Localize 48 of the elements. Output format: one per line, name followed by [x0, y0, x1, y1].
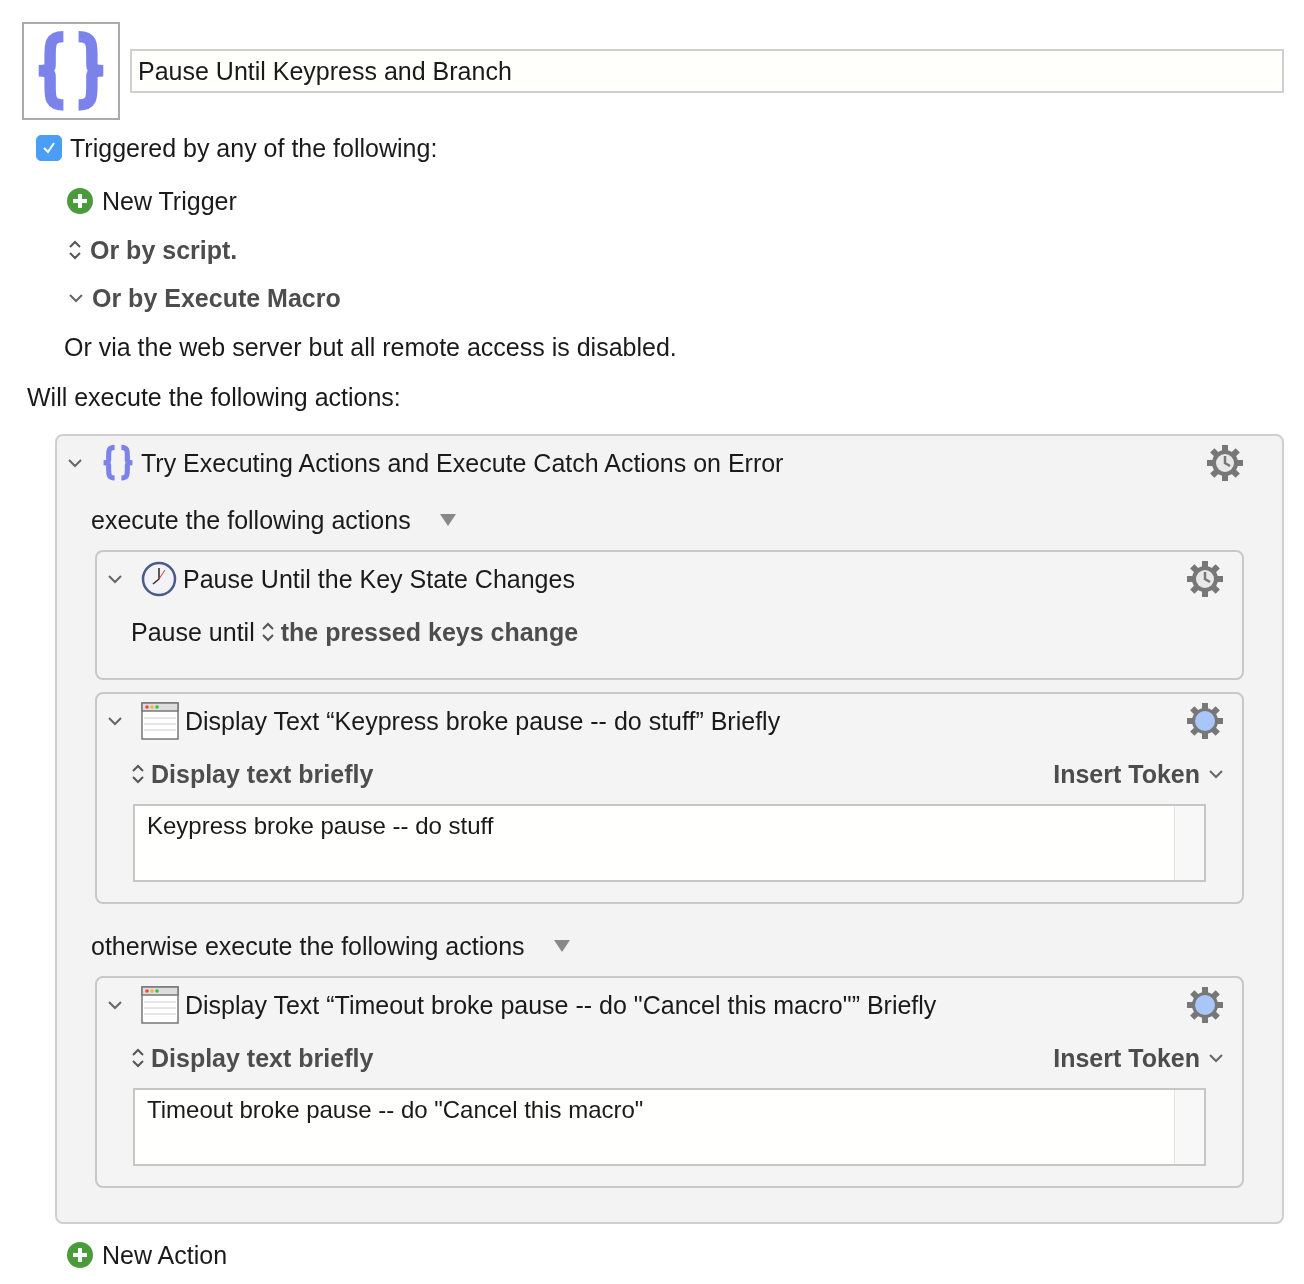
- text-field[interactable]: Timeout broke pause -- do "Cancel this macro": [133, 1088, 1206, 1166]
- stepper-icon[interactable]: [68, 239, 82, 261]
- action-title: Pause Until the Key State Changes: [183, 564, 575, 594]
- add-icon[interactable]: [66, 187, 94, 215]
- gear-icon[interactable]: [1186, 986, 1224, 1024]
- option-popup[interactable]: the pressed keys change: [280, 617, 579, 647]
- trigger-label: Triggered by any of the following:: [70, 133, 438, 163]
- web-server-note: Or via the web server but all remote access is disabled.: [64, 332, 677, 362]
- chevron-icon[interactable]: [107, 715, 123, 727]
- new-action-link[interactable]: New Action: [102, 1240, 228, 1270]
- window-icon: [141, 986, 179, 1024]
- checkbox[interactable]: [36, 135, 62, 161]
- window-icon: [141, 702, 179, 740]
- chevron-icon[interactable]: [67, 457, 83, 469]
- chevron-icon[interactable]: [107, 999, 123, 1011]
- dropdown-triangle-icon[interactable]: [438, 513, 457, 527]
- dropdown-triangle-icon[interactable]: [552, 939, 571, 953]
- option-label: Pause until: [131, 617, 255, 647]
- section-label: execute the following actions: [91, 505, 411, 535]
- insert-token-menu[interactable]: Insert Token: [1053, 759, 1224, 789]
- stepper-icon[interactable]: [260, 621, 275, 643]
- new-trigger-link[interactable]: New Trigger: [102, 186, 237, 216]
- chevron-icon[interactable]: [1208, 1052, 1224, 1064]
- chevron-icon[interactable]: [107, 573, 123, 585]
- add-icon[interactable]: [66, 1241, 94, 1269]
- text-field[interactable]: Keypress broke pause -- do stuff: [133, 804, 1206, 882]
- group-title: Try Executing Actions and Execute Catch Actions on Error: [141, 448, 784, 478]
- chevron-icon[interactable]: [1208, 768, 1224, 780]
- clock-icon: [141, 561, 177, 597]
- macro-name-field[interactable]: Pause Until Keypress and Branch: [130, 49, 1284, 93]
- gear-icon[interactable]: [1206, 444, 1244, 482]
- action-title: Display Text “Timeout broke pause -- do "Cancel this macro"” Briefly: [185, 990, 937, 1020]
- actions-heading: Will execute the following actions:: [27, 382, 401, 412]
- checkmark-icon: [41, 140, 57, 156]
- trigger-option[interactable]: Or by script.: [90, 235, 238, 265]
- chevron-icon[interactable]: [68, 292, 84, 304]
- gear-icon[interactable]: [1186, 560, 1224, 598]
- action-title: Display Text “Keypress broke pause -- do stuff” Briefly: [185, 706, 781, 736]
- gear-icon[interactable]: [1186, 702, 1224, 740]
- stepper-icon[interactable]: [131, 763, 145, 785]
- mode-popup[interactable]: Display text briefly: [151, 759, 374, 789]
- stepper-icon[interactable]: [131, 1047, 145, 1069]
- insert-token-menu[interactable]: Insert Token: [1053, 1043, 1224, 1073]
- section-label: otherwise execute the following actions: [91, 931, 525, 961]
- braces-icon: [101, 444, 135, 482]
- macro-icon-well[interactable]: [22, 22, 120, 120]
- trigger-option[interactable]: Or by Execute Macro: [92, 283, 341, 313]
- mode-popup[interactable]: Display text briefly: [151, 1043, 374, 1073]
